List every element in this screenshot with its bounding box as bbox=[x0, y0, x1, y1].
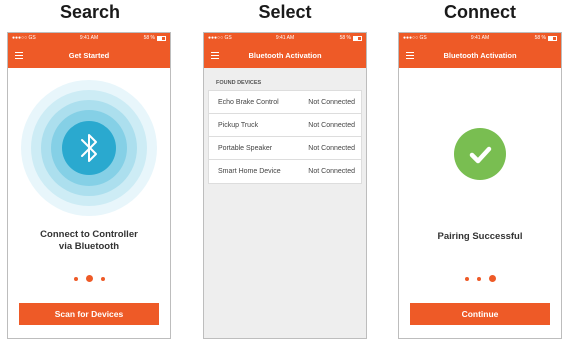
page-dot-1 bbox=[464, 276, 469, 281]
battery-level: 58 % bbox=[143, 35, 155, 41]
status-bar: ●●●○○ GS 9:41 AM 58 % bbox=[8, 33, 170, 44]
device-name: Echo Brake Control bbox=[218, 98, 279, 106]
page-dot-2 bbox=[85, 275, 93, 282]
battery-icon bbox=[353, 36, 362, 41]
device-row-echo-brake-control[interactable]: Echo Brake Control Not Connected bbox=[209, 91, 361, 114]
device-row-pickup-truck[interactable]: Pickup Truck Not Connected bbox=[209, 114, 361, 137]
page-dot-1 bbox=[73, 276, 78, 281]
nav-bar: Bluetooth Activation bbox=[399, 44, 561, 68]
menu-icon[interactable] bbox=[15, 52, 23, 59]
step-title-search: Search bbox=[59, 2, 121, 22]
nav-title: Get Started bbox=[68, 51, 110, 60]
device-row-portable-speaker[interactable]: Portable Speaker Not Connected bbox=[209, 137, 361, 160]
connect-message-line1: Connect to Controller bbox=[40, 229, 138, 240]
battery-status: 58 % bbox=[144, 33, 166, 44]
nav-bar: Get Started bbox=[8, 44, 170, 68]
battery-icon bbox=[157, 36, 166, 41]
step-title-connect: Connect bbox=[444, 2, 516, 22]
found-devices-label: FOUND DEVICES bbox=[216, 80, 262, 86]
phone-screen-connect: ●●●○○ GS 9:41 AM 58 % Bluetooth Activati… bbox=[398, 32, 562, 339]
phone-screen-select: ●●●○○ GS 9:41 AM 58 % Bluetooth Activati… bbox=[203, 32, 367, 339]
device-status: Not Connected bbox=[308, 144, 355, 152]
battery-status: 58 % bbox=[340, 33, 362, 44]
device-status: Not Connected bbox=[308, 121, 355, 129]
nav-bar: Bluetooth Activation bbox=[204, 44, 366, 68]
pairing-success-message: Pairing Successful bbox=[437, 231, 523, 242]
device-list-area: FOUND DEVICES Echo Brake Control Not Con… bbox=[204, 68, 366, 338]
page-indicator bbox=[399, 275, 561, 282]
success-check-icon bbox=[454, 128, 506, 180]
battery-status: 58 % bbox=[535, 33, 557, 44]
page-indicator bbox=[8, 275, 170, 282]
status-bar: ●●●○○ GS 9:41 AM 58 % bbox=[399, 33, 561, 44]
page-dot-3 bbox=[100, 276, 105, 281]
device-status: Not Connected bbox=[308, 168, 355, 175]
menu-icon[interactable] bbox=[211, 52, 219, 59]
battery-level: 58 % bbox=[339, 35, 351, 41]
device-list: Echo Brake Control Not Connected Pickup … bbox=[208, 90, 362, 184]
menu-icon[interactable] bbox=[406, 52, 414, 59]
connect-message-line2: via Bluetooth bbox=[58, 241, 120, 252]
device-name: Smart Home Device bbox=[218, 168, 281, 175]
scan-for-devices-button[interactable]: Scan for Devices bbox=[19, 303, 159, 325]
page-dot-3 bbox=[488, 275, 496, 282]
continue-button[interactable]: Continue bbox=[410, 303, 550, 325]
device-name: Pickup Truck bbox=[218, 121, 259, 129]
device-row-smart-home-device[interactable]: Smart Home Device Not Connected bbox=[209, 160, 361, 183]
nav-title: Bluetooth Activation bbox=[443, 51, 517, 60]
bluetooth-icon bbox=[62, 121, 116, 175]
status-bar: ●●●○○ GS 9:41 AM 58 % bbox=[204, 33, 366, 44]
step-title-select: Select bbox=[258, 2, 312, 22]
device-name: Portable Speaker bbox=[218, 144, 273, 152]
connect-message: Connect to Controller via Bluetooth bbox=[8, 229, 170, 253]
nav-title: Bluetooth Activation bbox=[248, 51, 322, 60]
device-status: Not Connected bbox=[308, 98, 355, 106]
battery-level: 58 % bbox=[534, 35, 546, 41]
phone-screen-search: ●●●○○ GS 9:41 AM 58 % Get Started Connec… bbox=[7, 32, 171, 339]
page-dot-2 bbox=[476, 276, 481, 281]
bluetooth-pulse bbox=[21, 80, 157, 216]
battery-icon bbox=[548, 36, 557, 41]
